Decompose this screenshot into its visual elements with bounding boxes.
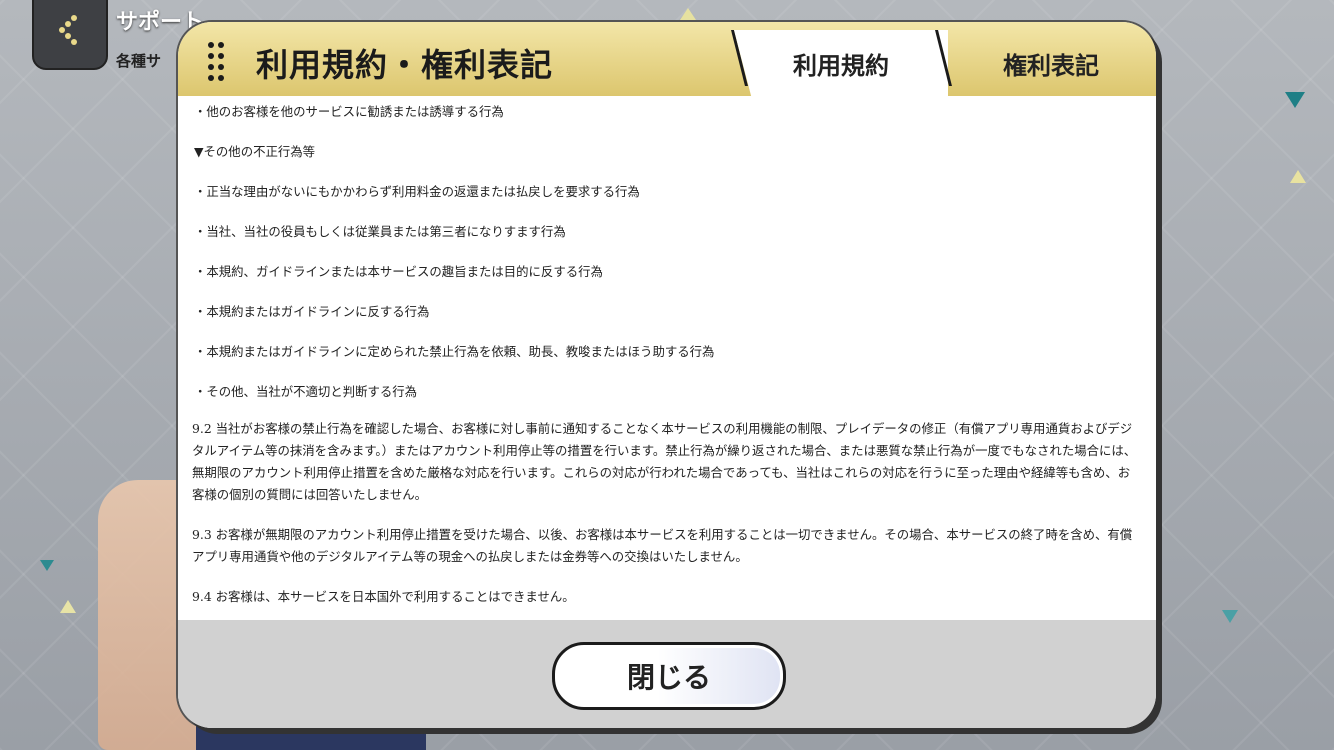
decor-triangle [1285, 92, 1305, 108]
terms-content-scroll[interactable]: ・他のお客様を他のサービスに勧誘または誘導する行為 ▼その他の不正行為等 ・正当… [178, 96, 1156, 620]
terms-line: ・本規約、ガイドラインまたは本サービスの趣旨または目的に反する行為 [194, 264, 603, 279]
dialog-title: 利用規約・権利表記 [256, 46, 554, 84]
dialog-footer: 閉じる [178, 620, 1156, 728]
decor-triangle [1290, 170, 1306, 183]
back-chevron-icon [59, 15, 77, 45]
terms-line: ▼その他の不正行為等 [194, 144, 316, 159]
decor-triangle [40, 560, 54, 571]
tab-rights[interactable]: 権利表記 [946, 30, 1156, 96]
terms-line: ・正当な理由がないにもかかわらず利用料金の返還または払戻しを要求する行為 [194, 184, 640, 199]
terms-dialog: 利用規約・権利表記 利用規約 権利表記 ・他のお客様を他のサービスに勧誘または誘… [178, 22, 1156, 728]
terms-paragraph: 9.2 当社がお客様の禁止行為を確認した場合、お客様に対し事前に通知することなく… [192, 421, 1137, 502]
page-subtitle: 各種サ [116, 52, 162, 70]
decor-triangle [680, 8, 696, 20]
terms-line: ・その他、当社が不適切と判断する行為 [194, 384, 418, 399]
tab-terms[interactable]: 利用規約 [734, 30, 948, 96]
back-button[interactable] [32, 0, 108, 70]
grip-icon [206, 42, 228, 82]
terms-line: ・当社、当社の役員もしくは従業員または第三者になりすます行為 [194, 224, 566, 239]
terms-paragraph: 9.3 お客様が無期限のアカウント利用停止措置を受けた場合、以後、お客様は本サー… [192, 527, 1133, 564]
terms-line: ・本規約またはガイドラインに反する行為 [194, 304, 430, 319]
decor-triangle [1222, 610, 1238, 623]
close-button[interactable]: 閉じる [552, 642, 786, 710]
terms-line: ・本規約またはガイドラインに定められた禁止行為を依頼、助長、教唆またはほう助する… [194, 344, 715, 359]
terms-paragraph: 9.4 お客様は、本サービスを日本国外で利用することはできません。 [192, 589, 575, 604]
terms-line: ・他のお客様を他のサービスに勧誘または誘導する行為 [194, 104, 504, 119]
decor-triangle [60, 600, 76, 613]
dialog-header: 利用規約・権利表記 利用規約 権利表記 [178, 22, 1156, 96]
